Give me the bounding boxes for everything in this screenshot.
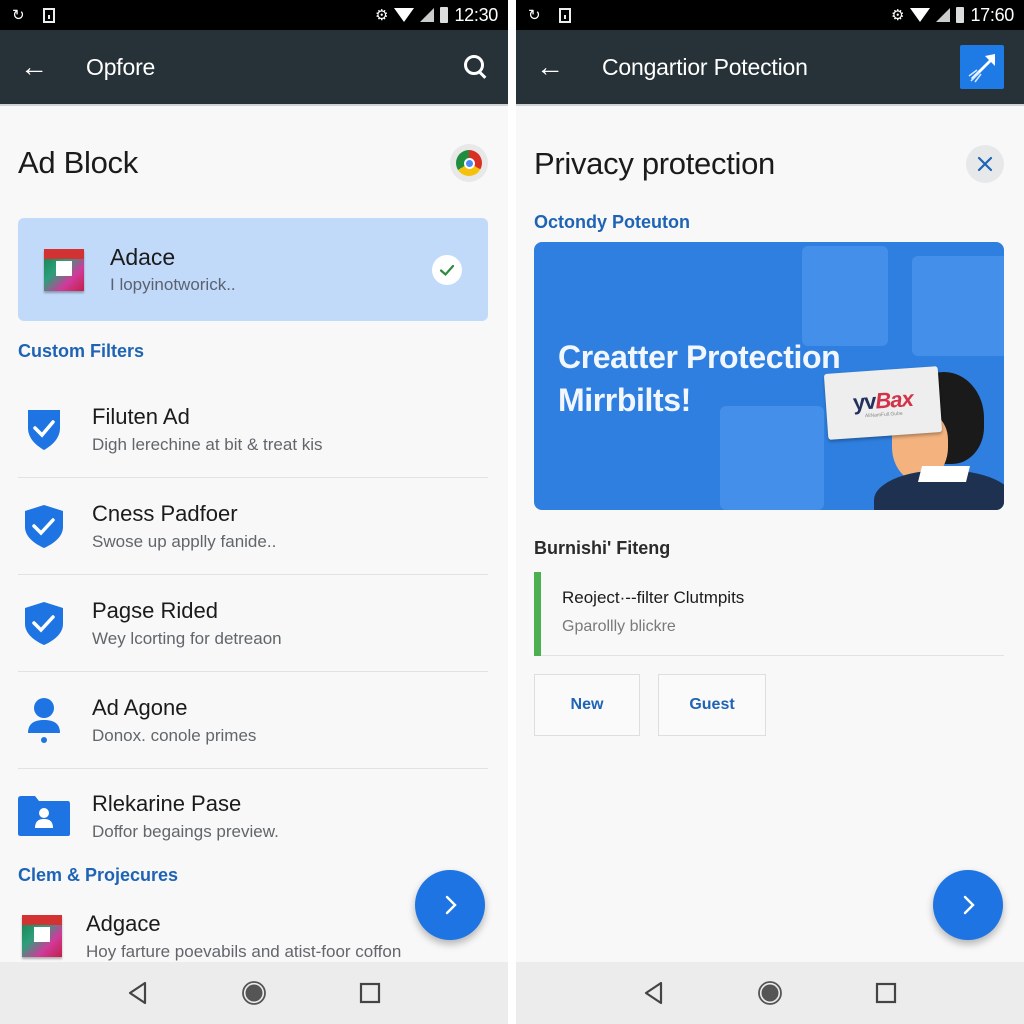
shield-check-icon (16, 406, 72, 452)
shield-check-icon (16, 600, 72, 646)
illustration-collar (918, 466, 970, 482)
home-circle-icon[interactable] (240, 979, 268, 1007)
banner-decor-card (802, 246, 888, 346)
vr-headset-card: yvBax AliNamFull.Gube (823, 366, 943, 440)
app-thumbnail-icon (22, 915, 62, 957)
list-item[interactable]: Filuten Ad Digh lerechine at bit & treat… (18, 381, 488, 478)
settings-icon: ⚙ (375, 6, 389, 24)
item-title: Adgace (86, 910, 161, 936)
filter-rule-row[interactable]: Reoject·--filter Clutmpits Gparollly bli… (534, 572, 1004, 656)
signal-icon (936, 8, 951, 22)
sync-icon: ↻ (528, 6, 541, 24)
item-title: Pagse Rided (92, 597, 218, 623)
item-title: Rlekarine Pase (92, 790, 242, 816)
banner-headline: Creatter Protection Mirrbilts! (558, 339, 841, 418)
signal-icon (420, 8, 435, 22)
status-time: 17:60 (970, 4, 1014, 25)
section-custom-filters: Custom Filters (18, 341, 145, 361)
right-phone-screen: ↻ ⚙ 17:60 ← Congartior Potection Privacy… (516, 0, 1024, 1024)
battery-icon (956, 7, 965, 23)
person-icon (16, 695, 72, 745)
battery-icon (440, 7, 449, 23)
search-icon[interactable] (464, 55, 488, 79)
home-circle-icon[interactable] (756, 979, 784, 1007)
list-item[interactable]: Rlekarine Pase Doffor begaings preview. (18, 769, 488, 863)
filter-list: Filuten Ad Digh lerechine at bit & treat… (18, 381, 488, 863)
wifi-icon (910, 8, 931, 22)
app-bar: ← Congartior Potection (516, 30, 1024, 106)
folder-user-icon (16, 795, 72, 837)
recents-square-icon[interactable] (872, 979, 900, 1007)
item-title: Ad Agone (92, 694, 188, 720)
system-nav-bar (0, 962, 508, 1024)
list-item[interactable]: Pagse Rided Wey lcorting for detreaon (18, 575, 488, 672)
shield-check-icon (16, 503, 72, 549)
chevron-right-icon (963, 895, 975, 915)
item-title: Cness Padfoer (92, 500, 238, 526)
item-subtitle: Doffor begaings preview. (92, 821, 279, 841)
item-subtitle: Wey lcorting for detreaon (92, 628, 282, 648)
list-item[interactable]: Ad Agone Donox. conole primes (18, 672, 488, 769)
guest-button[interactable]: Guest (658, 674, 766, 736)
item-subtitle: Hoy farture poevabils and atist-foor cof… (86, 941, 402, 961)
system-nav-bar (516, 962, 1024, 1024)
left-phone-screen: ↻ ⚙ 12:30 ← Opfore Ad Block Adace I lopy… (0, 0, 508, 1024)
section-subtitle: Octondy Poteuton (534, 212, 690, 232)
next-fab-button[interactable] (415, 870, 485, 940)
close-icon[interactable] (966, 145, 1004, 183)
app-bar-title: Congartior Potection (602, 53, 808, 80)
app-thumbnail-icon (44, 248, 84, 291)
chrome-icon[interactable] (450, 144, 488, 182)
selected-app-card[interactable]: Adace I lopyinotworick.. (18, 218, 488, 321)
page-title: Ad Block (18, 145, 138, 180)
sync-icon: ↻ (12, 6, 25, 24)
app-bar-title: Opfore (86, 53, 156, 80)
sim-card-icon (558, 7, 571, 23)
promo-banner[interactable]: Creatter Protection Mirrbilts! yvBax Ali… (534, 242, 1004, 510)
wifi-icon (394, 8, 415, 22)
filter-subtitle: Gparollly blickre (562, 618, 676, 635)
settings-icon: ⚙ (891, 6, 905, 24)
check-icon[interactable] (432, 254, 462, 285)
brand-tagline: AliNamFull.Gube (864, 410, 903, 420)
chevron-right-icon (445, 895, 457, 915)
banner-decor-card (912, 256, 1004, 356)
recents-square-icon[interactable] (356, 979, 384, 1007)
item-subtitle: Donox. conole primes (92, 725, 257, 745)
item-title: Filuten Ad (92, 403, 190, 429)
page-title: Privacy protection (534, 146, 775, 181)
status-bar: ↻ ⚙ 17:60 (516, 0, 1024, 30)
status-bar: ↻ ⚙ 12:30 (0, 0, 508, 30)
item-subtitle: Digh lerechine at bit & treat kis (92, 434, 323, 454)
next-fab-button[interactable] (933, 870, 1003, 940)
section-filtering: Burnishi' Fiteng (534, 538, 671, 558)
app-bar: ← Opfore (0, 30, 508, 106)
sim-card-icon (42, 7, 55, 23)
item-subtitle: Swose up applly fanide.. (92, 531, 277, 551)
filter-title: Reoject·--filter Clutmpits (562, 588, 745, 607)
new-button[interactable]: New (534, 674, 640, 736)
back-arrow-icon[interactable]: ← (536, 51, 576, 83)
list-item[interactable]: Cness Padfoer Swose up applly fanide.. (18, 478, 488, 575)
app-logo-icon[interactable] (960, 45, 1004, 89)
back-arrow-icon[interactable]: ← (20, 51, 60, 83)
status-time: 12:30 (454, 4, 498, 25)
card-subtitle: I lopyinotworick.. (110, 275, 236, 294)
card-title: Adace (110, 244, 176, 270)
back-triangle-icon[interactable] (124, 979, 152, 1007)
back-triangle-icon[interactable] (640, 979, 668, 1007)
